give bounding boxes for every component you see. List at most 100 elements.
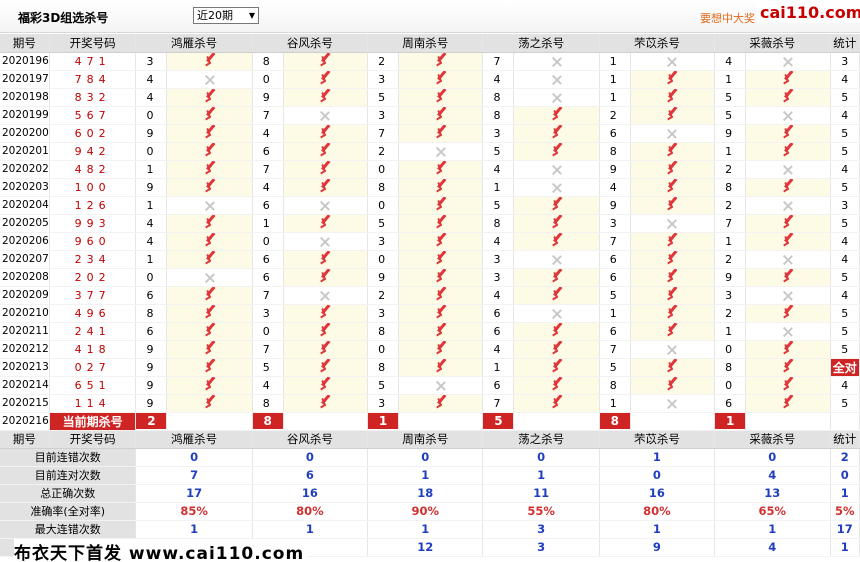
promo-link[interactable]: 要想中大奖 [700,10,755,26]
check-icon [317,164,333,175]
kill-number-cell: 1 [135,250,168,269]
stats-total: 1 [830,484,860,503]
check-icon [317,344,333,355]
kill-number-cell: 7 [252,286,284,305]
check-icon [433,56,449,67]
period-cell: 2020213 [0,358,50,377]
period-cell: 2020210 [0,304,50,323]
cross-icon [552,255,562,265]
result-mark-cell [283,88,369,107]
table-row: 2020196 471 3 8 2 7 1 4 3 [0,52,860,71]
empty-cell [283,412,369,431]
stats-label: 目前连对次数 [0,466,137,485]
check-icon [202,218,218,229]
result-mark-cell [513,340,600,359]
check-icon [549,380,565,391]
result-mark-cell [513,124,600,143]
current-kill-badge: 5 [483,413,513,429]
result-mark-cell [283,286,369,305]
draw-number-cell: 241 [49,322,137,341]
result-mark-cell [513,232,600,251]
stats-value: 0 [482,448,600,467]
kill-number-cell: 9 [135,376,168,395]
stats-value: 0 [599,466,716,485]
check-icon [317,380,333,391]
kill-number-cell: 5 [599,286,631,305]
check-icon [433,182,449,193]
stats-value: 80% [252,502,369,521]
check-icon [780,128,796,139]
period-cell: 2020204 [0,196,50,215]
kill-number-cell: 4 [135,88,168,107]
result-mark-cell [630,88,716,107]
check-icon [664,182,680,193]
check-icon [317,308,333,319]
draw-number-cell: 942 [49,142,137,161]
kill-number-cell: 6 [252,142,284,161]
result-mark-cell [398,52,484,71]
kill-number-cell: 3 [367,394,400,413]
stats-value: 3 [482,520,600,539]
check-icon [549,128,565,139]
result-mark-cell [513,160,600,179]
check-icon [780,74,796,85]
col-header-expert: 芣苡杀号 [599,430,716,449]
stats-label: 目前连错次数 [0,448,137,467]
result-mark-cell [166,250,253,269]
kill-number-cell: 9 [599,160,631,179]
result-mark-cell [745,52,831,71]
kill-number-cell: 4 [135,232,168,251]
result-mark-cell [283,340,369,359]
kill-number-cell: 1 [714,322,747,341]
kill-number-cell: 8 [482,214,515,233]
hit-count-cell: 5 [830,340,860,359]
kill-number-cell: 3 [367,232,400,251]
col-header-period: 期号 [0,430,50,449]
table-row: 2020204 126 1 6 0 5 9 2 3 [0,196,860,215]
check-icon [549,218,565,229]
check-icon [664,92,680,103]
table-row: 2020206 960 4 0 3 4 7 1 4 [0,232,860,251]
check-icon [202,110,218,121]
result-mark-cell [283,394,369,413]
hit-count-cell: 5 [830,88,860,107]
result-mark-cell [630,214,716,233]
period-cell: 2020215 [0,394,50,413]
result-mark-cell [513,52,600,71]
kill-number-cell: 5 [482,196,515,215]
stats-value: 13 [714,484,831,503]
stats-value: 0 [714,448,831,467]
table-row: 2020197 784 4 0 3 4 1 1 4 [0,70,860,89]
title-bar: 福彩3D组选杀号 近20期 ▼ 要想中大奖 cai110.com [0,0,860,33]
check-icon [664,326,680,337]
result-mark-cell [513,142,600,161]
result-mark-cell [630,196,716,215]
check-icon [433,128,449,139]
cross-icon [667,345,677,355]
result-mark-cell [398,322,484,341]
empty-cell [513,412,600,431]
stats-value: 0 [252,448,369,467]
stats-row: 准确率(全对率) 85% 80% 90% 55% 80% 65% 5% [0,502,860,521]
check-icon [549,236,565,247]
period-range-select[interactable]: 近20期 ▼ [193,7,259,24]
result-mark-cell [283,196,369,215]
kill-number-cell: 0 [714,340,747,359]
kill-number-cell: 8 [599,376,631,395]
check-icon [664,254,680,265]
stats-total: 1 [830,538,860,557]
stats-value: 18 [367,484,484,503]
kill-number-cell: 1 [714,232,747,251]
kill-number-cell: 4 [714,52,747,71]
current-kill-badge: 2 [136,413,166,429]
col-header-period: 期号 [0,34,50,53]
stats-value: 3 [482,538,600,557]
kill-number-cell: 1 [482,178,515,197]
kill-number-cell: 6 [252,250,284,269]
stats-row: 目前连对次数 7 6 1 1 0 4 0 [0,466,860,485]
result-mark-cell [745,394,831,413]
period-cell: 2020211 [0,322,50,341]
empty-cell [745,412,831,431]
result-mark-cell [283,142,369,161]
period-cell: 2020205 [0,214,50,233]
